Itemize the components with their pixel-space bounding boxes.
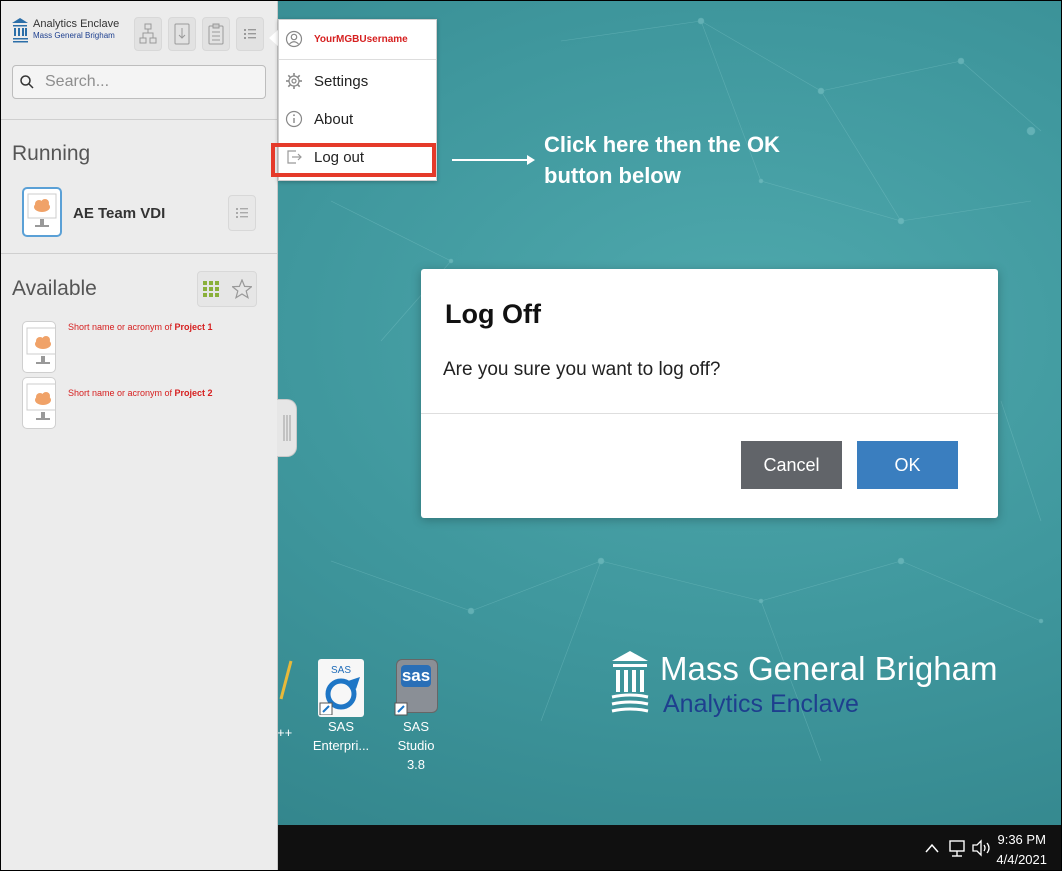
- search-icon: [20, 75, 34, 89]
- dialog-title: Log Off: [445, 299, 541, 329]
- divider: [1, 253, 277, 254]
- drag-handle-icon: [282, 415, 291, 441]
- menu-item-settings[interactable]: Settings: [279, 62, 436, 100]
- list-icon: [236, 208, 248, 218]
- clipboard-icon: [208, 23, 224, 45]
- menu-button[interactable]: [236, 17, 264, 51]
- log-off-dialog: Log Off Are you sure you want to log off…: [421, 269, 998, 518]
- username-label: YourMGBUsername: [314, 33, 408, 45]
- menu-item-about[interactable]: About: [279, 100, 436, 138]
- cancel-button[interactable]: Cancel: [741, 441, 842, 489]
- menu-user: YourMGBUsername: [279, 20, 436, 58]
- system-tray: [923, 825, 993, 870]
- running-item-label: AE Team VDI: [73, 205, 166, 222]
- dialog-divider: [421, 413, 998, 414]
- clock[interactable]: 9:36 PM 4/4/2021: [996, 830, 1047, 870]
- star-icon[interactable]: [232, 279, 252, 299]
- speaker-icon[interactable]: [971, 838, 993, 858]
- building-logo-icon: [12, 18, 28, 43]
- desktop-monitor-icon: [22, 321, 56, 373]
- user-icon: [285, 30, 303, 48]
- running-item-menu-button[interactable]: [228, 195, 256, 231]
- desktop-icon-sas-enterprise[interactable]: SAS SAS Enterpri...: [311, 659, 371, 755]
- info-icon: [285, 110, 303, 128]
- gear-icon: [286, 73, 302, 89]
- screen: Click here then the OK button below ++ S…: [0, 0, 1062, 871]
- running-section-title: Running: [12, 142, 91, 165]
- brand-logo: Mass General Brigham Analytics Enclave: [610, 649, 997, 719]
- network-icon[interactable]: [947, 838, 969, 858]
- chevron-up-icon[interactable]: [923, 841, 941, 855]
- annotation-arrow: [452, 155, 535, 165]
- sas-enterprise-icon: SAS: [318, 659, 364, 717]
- hierarchy-icon: [139, 23, 157, 44]
- search-box: [12, 65, 266, 99]
- dialog-message: Are you sure you want to log off?: [443, 359, 721, 380]
- building-logo-icon: [611, 651, 649, 713]
- panel-resize-handle[interactable]: [277, 399, 297, 457]
- view-toggle: [197, 271, 257, 307]
- log-out-highlight: [271, 143, 436, 177]
- desktop-monitor-icon: [22, 377, 56, 429]
- ok-button[interactable]: OK: [857, 441, 958, 489]
- file-transfer-button[interactable]: [168, 17, 196, 51]
- available-item-label: Short name or acronym of Project 2: [68, 388, 213, 398]
- desktop-icon-sas-studio[interactable]: sas SAS Studio 3.8: [385, 659, 447, 774]
- hierarchy-button[interactable]: [134, 17, 162, 51]
- sas-studio-icon: sas: [393, 659, 439, 717]
- annotation-text: Click here then the OK button below: [544, 132, 780, 188]
- divider: [1, 119, 277, 120]
- file-transfer-icon: [174, 23, 190, 45]
- analytics-enclave-logo: Analytics Enclave Mass General Brigham: [12, 17, 119, 43]
- available-item-label: Short name or acronym of Project 1: [68, 322, 213, 332]
- desktop-monitor-icon: [22, 187, 62, 237]
- side-panel: Analytics Enclave Mass General Brigham S…: [1, 1, 278, 870]
- available-section-title: Available: [12, 277, 97, 300]
- clipboard-button[interactable]: [202, 17, 230, 51]
- search-input[interactable]: [43, 72, 257, 92]
- list-icon: [244, 29, 256, 39]
- grid-view-icon[interactable]: [202, 280, 220, 298]
